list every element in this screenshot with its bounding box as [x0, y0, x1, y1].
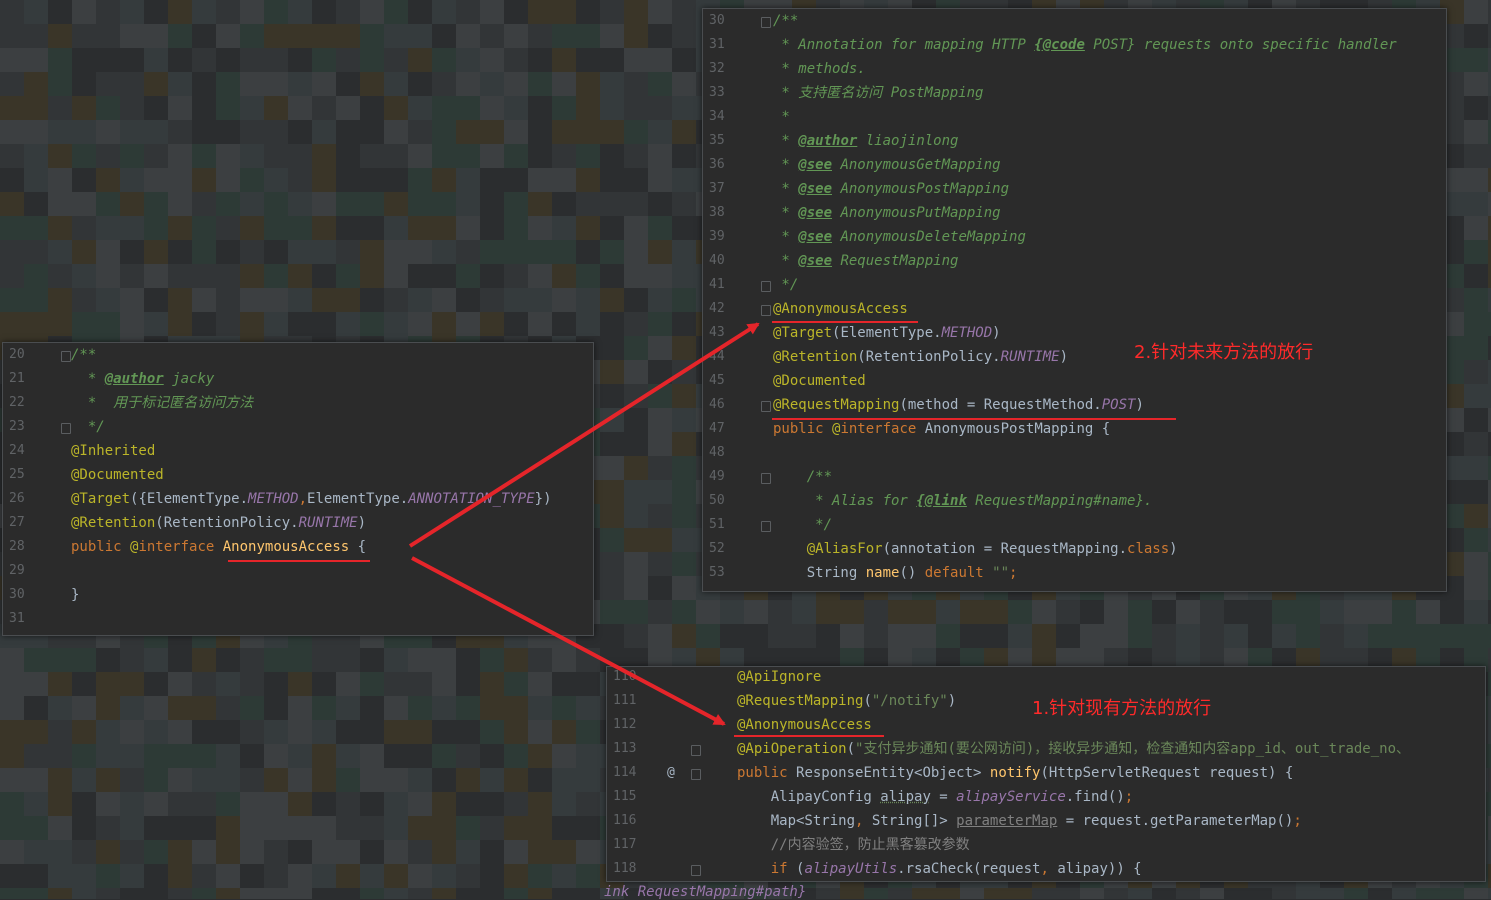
arrow-to-top: [408, 322, 760, 548]
annotation-arrows: [408, 322, 760, 726]
arrow-to-bottom: [411, 556, 726, 726]
note-future-methods: 2.针对未来方法的放行: [1134, 342, 1314, 363]
note-existing-methods: 1.针对现有方法的放行: [1032, 698, 1212, 719]
